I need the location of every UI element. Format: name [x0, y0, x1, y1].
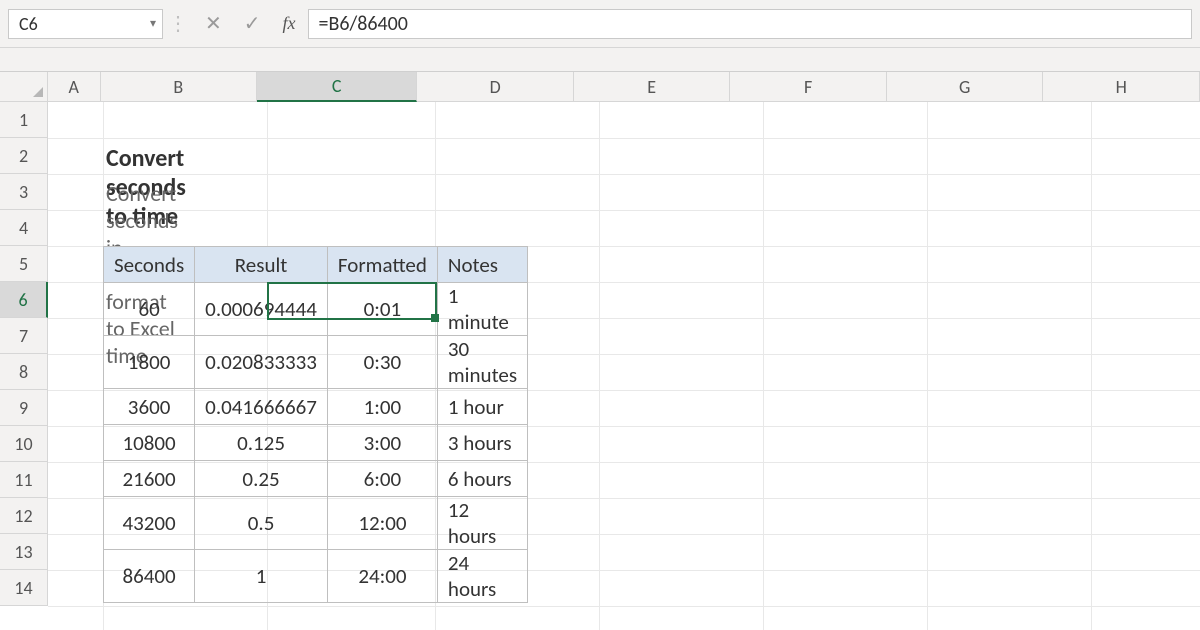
col-header-G[interactable]: G	[887, 72, 1044, 101]
cell-formatted[interactable]: 3:00	[327, 425, 437, 461]
row-header-13[interactable]: 13	[0, 534, 47, 570]
cell-result[interactable]: 0.5	[195, 497, 328, 550]
cell-seconds[interactable]: 1800	[104, 336, 195, 389]
cell-formatted[interactable]: 24:00	[327, 550, 437, 603]
table-row: 216000.256:006 hours	[104, 461, 528, 497]
col-header-E[interactable]: E	[574, 72, 731, 101]
row-header-2[interactable]: 2	[0, 138, 47, 174]
cell-notes[interactable]: 1 hour	[437, 389, 527, 425]
col-header-F[interactable]: F	[730, 72, 887, 101]
table-row: 18000.0208333330:3030 minutes	[104, 336, 528, 389]
name-box[interactable]: C6 ▾	[8, 9, 163, 39]
row-header-4[interactable]: 4	[0, 210, 47, 246]
cell-notes[interactable]: 6 hours	[437, 461, 527, 497]
cell-result[interactable]: 1	[195, 550, 328, 603]
cell-seconds[interactable]: 86400	[104, 550, 195, 603]
cell-seconds[interactable]: 10800	[104, 425, 195, 461]
ribbon-gap	[0, 48, 1200, 72]
col-header-D[interactable]: D	[417, 72, 574, 101]
spreadsheet: ABCDEFGH 1234567891011121314 Convert sec…	[0, 72, 1200, 630]
row-header-5[interactable]: 5	[0, 246, 47, 282]
row-header-7[interactable]: 7	[0, 318, 47, 354]
cell-formatted[interactable]: 0:01	[327, 283, 437, 336]
col-header-C[interactable]: C	[257, 72, 417, 102]
row-header-14[interactable]: 14	[0, 570, 47, 606]
fx-icon[interactable]: fx	[283, 13, 296, 34]
cell-result[interactable]: 0.041666667	[195, 389, 328, 425]
table-row: 36000.0416666671:001 hour	[104, 389, 528, 425]
cell-notes[interactable]: 30 minutes	[437, 336, 527, 389]
row-header-9[interactable]: 9	[0, 390, 47, 426]
column-headers: ABCDEFGH	[48, 72, 1200, 102]
table-row: 432000.512:0012 hours	[104, 497, 528, 550]
name-box-value: C6	[19, 13, 38, 35]
col-header-A[interactable]: A	[48, 72, 101, 101]
cancel-icon[interactable]: ✕	[205, 11, 222, 36]
cell-formatted[interactable]: 1:00	[327, 389, 437, 425]
cell-formatted[interactable]: 6:00	[327, 461, 437, 497]
row-header-1[interactable]: 1	[0, 102, 47, 138]
row-header-12[interactable]: 12	[0, 498, 47, 534]
cell-result[interactable]: 0.000694444	[195, 283, 328, 336]
table-row: 108000.1253:003 hours	[104, 425, 528, 461]
cell-result[interactable]: 0.25	[195, 461, 328, 497]
select-all-corner[interactable]	[0, 72, 48, 102]
col-header-B[interactable]: B	[101, 72, 258, 101]
cell-seconds[interactable]: 21600	[104, 461, 195, 497]
formula-bar-row: C6 ▾ ⋮ ✕ ✓ fx =B6/86400	[0, 0, 1200, 48]
enter-icon[interactable]: ✓	[244, 11, 261, 36]
data-table: Seconds Result Formatted Notes 600.00069…	[103, 246, 528, 603]
cell-notes[interactable]: 24 hours	[437, 550, 527, 603]
row-header-3[interactable]: 3	[0, 174, 47, 210]
table-row: 600.0006944440:011 minute	[104, 283, 528, 336]
header-notes[interactable]: Notes	[437, 247, 527, 283]
cell-formatted[interactable]: 12:00	[327, 497, 437, 550]
cell-notes[interactable]: 3 hours	[437, 425, 527, 461]
table-header-row: Seconds Result Formatted Notes	[104, 247, 528, 283]
table-row: 86400124:0024 hours	[104, 550, 528, 603]
row-header-10[interactable]: 10	[0, 426, 47, 462]
row-header-11[interactable]: 11	[0, 462, 47, 498]
formula-input[interactable]: =B6/86400	[308, 9, 1192, 39]
name-box-dropdown-icon[interactable]: ▾	[150, 16, 156, 31]
formula-text: =B6/86400	[319, 12, 408, 36]
cell-notes[interactable]: 12 hours	[437, 497, 527, 550]
formula-bar-buttons: ✕ ✓ fx	[193, 11, 308, 36]
cell-formatted[interactable]: 0:30	[327, 336, 437, 389]
cell-seconds[interactable]: 3600	[104, 389, 195, 425]
col-header-H[interactable]: H	[1043, 72, 1200, 101]
header-result[interactable]: Result	[195, 247, 328, 283]
row-headers: 1234567891011121314	[0, 102, 48, 606]
cell-seconds[interactable]: 43200	[104, 497, 195, 550]
cell-result[interactable]: 0.020833333	[195, 336, 328, 389]
cell-notes[interactable]: 1 minute	[437, 283, 527, 336]
cell-result[interactable]: 0.125	[195, 425, 328, 461]
formula-bar-separator-icon: ⋮	[163, 11, 193, 36]
header-seconds[interactable]: Seconds	[104, 247, 195, 283]
header-formatted[interactable]: Formatted	[327, 247, 437, 283]
row-header-6[interactable]: 6	[0, 282, 48, 318]
cell-seconds[interactable]: 60	[104, 283, 195, 336]
row-header-8[interactable]: 8	[0, 354, 47, 390]
